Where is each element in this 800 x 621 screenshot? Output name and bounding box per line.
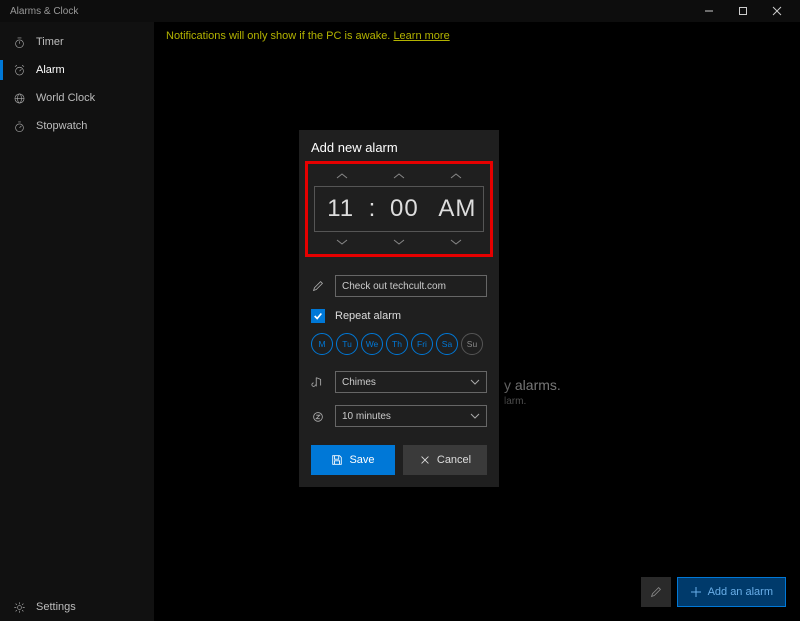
chevron-down-icon (470, 379, 480, 385)
sidebar-item-label: Timer (36, 36, 64, 48)
snooze-select[interactable]: 10 minutes (335, 405, 487, 427)
sidebar-item-stopwatch[interactable]: Stopwatch (0, 112, 154, 140)
pencil-icon (649, 585, 663, 599)
globe-icon (12, 92, 26, 105)
cancel-button[interactable]: Cancel (403, 445, 487, 475)
day-friday[interactable]: Fri (411, 333, 433, 355)
sidebar-item-alarm[interactable]: Alarm (0, 56, 154, 84)
add-alarm-label: Add an alarm (708, 586, 773, 598)
day-saturday[interactable]: Sa (436, 333, 458, 355)
gear-icon (12, 601, 26, 614)
empty-state-text: y alarms. (504, 377, 561, 393)
notification-text: Notifications will only show if the PC i… (166, 30, 390, 42)
save-icon (331, 454, 343, 466)
minute-down-button[interactable] (371, 234, 428, 250)
snooze-icon (311, 409, 325, 423)
time-picker-highlight: 11 : 00 AM (305, 161, 493, 257)
add-alarm-button[interactable]: Add an alarm (677, 577, 786, 607)
plus-icon (690, 586, 702, 598)
day-selector: M Tu We Th Fri Sa Su (299, 329, 499, 365)
minimize-button[interactable] (692, 0, 726, 22)
stopwatch-icon (12, 120, 26, 133)
sidebar-item-label: Alarm (36, 64, 65, 76)
save-button[interactable]: Save (311, 445, 395, 475)
hour-up-button[interactable] (314, 168, 371, 184)
maximize-button[interactable] (726, 0, 760, 22)
alarm-name-input[interactable] (335, 275, 487, 297)
close-button[interactable] (760, 0, 794, 22)
sidebar-item-label: Stopwatch (36, 120, 87, 132)
sidebar: Timer Alarm World Clock Stopwatch Settin… (0, 22, 154, 621)
edit-alarms-button[interactable] (641, 577, 671, 607)
time-picker: 11 : 00 AM (308, 164, 490, 254)
main-content: Notifications will only show if the PC i… (154, 22, 800, 621)
sidebar-item-label: Settings (36, 601, 76, 613)
ampm-down-button[interactable] (427, 234, 484, 250)
ampm-up-button[interactable] (427, 168, 484, 184)
sound-value: Chimes (342, 377, 376, 388)
save-label: Save (349, 454, 374, 466)
sound-icon (311, 375, 325, 389)
time-colon: : (369, 195, 377, 223)
sidebar-item-settings[interactable]: Settings (0, 593, 154, 621)
app-window: Alarms & Clock Timer Alarm World Clock S… (0, 0, 800, 621)
time-display[interactable]: 11 : 00 AM (314, 186, 484, 232)
close-icon (419, 454, 431, 466)
timer-icon (12, 36, 26, 49)
sidebar-item-label: World Clock (36, 92, 95, 104)
chevron-down-icon (470, 413, 480, 419)
repeat-label: Repeat alarm (335, 310, 401, 322)
day-wednesday[interactable]: We (361, 333, 383, 355)
sidebar-item-world-clock[interactable]: World Clock (0, 84, 154, 112)
day-sunday[interactable]: Su (461, 333, 483, 355)
alarm-icon (12, 64, 26, 77)
titlebar: Alarms & Clock (0, 0, 800, 22)
edit-icon (311, 279, 325, 293)
ampm-value: AM (432, 195, 482, 223)
empty-state-subtext: larm. (504, 396, 526, 407)
day-tuesday[interactable]: Tu (336, 333, 358, 355)
dialog-title: Add new alarm (299, 130, 499, 161)
bottom-actions: Add an alarm (641, 577, 786, 607)
minute-value: 00 (379, 195, 429, 223)
window-title: Alarms & Clock (6, 6, 78, 17)
cancel-label: Cancel (437, 454, 471, 466)
sidebar-item-timer[interactable]: Timer (0, 28, 154, 56)
repeat-checkbox[interactable] (311, 309, 325, 323)
snooze-value: 10 minutes (342, 411, 391, 422)
notification-banner: Notifications will only show if the PC i… (166, 30, 450, 42)
hour-value: 11 (316, 195, 366, 223)
learn-more-link[interactable]: Learn more (393, 30, 449, 42)
hour-down-button[interactable] (314, 234, 371, 250)
add-alarm-dialog: Add new alarm 11 : 00 AM (299, 130, 499, 487)
window-controls (692, 0, 794, 22)
minute-up-button[interactable] (371, 168, 428, 184)
sound-select[interactable]: Chimes (335, 371, 487, 393)
day-monday[interactable]: M (311, 333, 333, 355)
day-thursday[interactable]: Th (386, 333, 408, 355)
